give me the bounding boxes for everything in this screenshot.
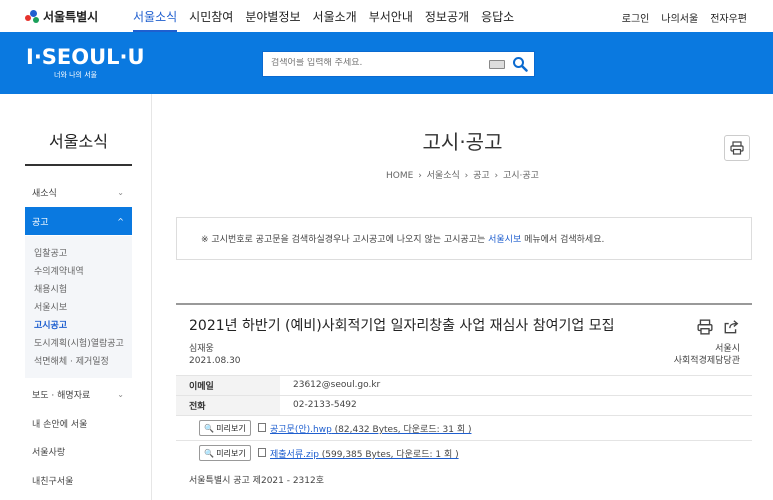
seoul-logo-icon [25,9,39,24]
sidebar-title: 서울소식 [49,132,108,151]
printer-icon [730,141,744,155]
sidebar-item-label: 서울사랑 [32,447,66,458]
nav-item-field-info[interactable]: 분야별정보 [245,8,300,32]
sub-item-urban-plan[interactable]: 도시계획(시험)열람공고 [34,336,124,349]
preview-button[interactable]: 🔍 미리보기 [199,420,251,436]
sidebar-item-notice[interactable]: 공고 ^ [25,207,132,235]
sidebar-submenu: 입찰공고 수의계약내역 채용시험 서울시보 고시공고 도시계획(시험)열람공고 … [25,236,132,378]
phone-label: 전화 [176,396,280,415]
search-icon[interactable] [512,56,528,72]
nav-item-news[interactable]: 서울소식 [133,8,178,32]
sidebar-item-label: 공고 [32,217,49,228]
email-link[interactable]: 전자우편 [710,10,747,25]
breadcrumb: HOME › 서울소식 › 공고 › 고시·공고 [386,171,539,181]
sub-item-recruit[interactable]: 채용시험 [34,282,67,295]
article-actions [697,319,739,335]
department: 사회적경제담당관 [673,356,740,366]
author: 심재웅 [189,344,214,354]
organization: 서울시 [715,344,740,354]
article-meta: 심재웅 2021.08.30 [189,343,241,367]
file-icon [258,423,266,432]
magnifier-icon: 🔍 [204,448,215,458]
email-row: 이메일 23612@seoul.go.kr [176,375,752,395]
sidebar-item-news[interactable]: 새소식 ⌄ [25,178,132,206]
sidebar-item-label: 내 손안에 서울 [32,419,88,430]
sidebar-item-friend-seoul[interactable]: 내친구서울 [25,466,132,494]
login-link[interactable]: 로그인 [622,10,650,25]
sub-item-asbestos[interactable]: 석면해체 · 제거일정 [34,354,109,367]
printer-icon[interactable] [697,319,713,335]
sub-item-announcement[interactable]: 고시공고 [34,318,67,331]
magnifier-icon: 🔍 [204,423,215,433]
search-box [262,51,535,77]
main-nav: 서울소식 시민참여 분야별정보 서울소개 부서안내 정보공개 응답소 [133,8,514,32]
nav-item-disclosure[interactable]: 정보공개 [425,8,469,32]
chevron-up-icon: ^ [117,216,124,226]
brand-subtitle: 너와 나의 서울 [54,71,98,79]
seoul-logo[interactable]: 서울특별시 [25,8,98,25]
attachment-link[interactable]: 공고문(안).hwp (82,432 Bytes, 다운로드: 31 회 ) [270,422,471,435]
page-title: 고시·공고 [422,130,503,154]
chevron-down-icon: ⌄ [117,389,124,399]
phone-row: 전화 02-2133-5492 [176,395,752,415]
notice-text: ※ 고시번호로 공고문을 검색하실경우나 고시공고에 나오지 않는 고시공고는 … [201,235,605,245]
phone-value: 02-2133-5492 [293,400,357,410]
article-title: 2021년 하반기 (예비)사회적기업 일자리창출 사업 재심사 참여기업 모집 [189,318,615,334]
sidebar-item-seoul-love[interactable]: 서울사랑 [25,437,132,465]
my-seoul-link[interactable]: 나의서울 [661,10,698,25]
logo-text: 서울특별시 [43,10,99,24]
util-nav: 로그인 나의서울 전자우편 [622,10,747,25]
post-date: 2021.08.30 [189,356,241,366]
nav-item-departments[interactable]: 부서안내 [369,8,413,32]
sub-item-gazette[interactable]: 서울시보 [34,300,67,313]
share-icon[interactable] [723,319,739,335]
notice-number: 서울특별시 공고 제2021 - 2312호 [189,476,325,486]
nav-item-participation[interactable]: 시민참여 [189,8,233,32]
file-icon [258,448,266,457]
gazette-link[interactable]: 서울시보 [488,235,521,245]
sub-item-contract[interactable]: 수의계약내역 [34,264,84,277]
print-button[interactable] [724,135,750,161]
sidebar-item-press[interactable]: 보도 · 해명자료 ⌄ [25,380,132,408]
search-input[interactable] [271,58,481,68]
article: 2021년 하반기 (예비)사회적기업 일자리창출 사업 재심사 참여기업 모집… [176,303,752,461]
sidebar: 서울소식 새소식 ⌄ 공고 ^ 입찰공고 수의계약내역 채용시험 서울시보 고시… [0,94,152,500]
top-bar: 서울특별시 서울소식 시민참여 분야별정보 서울소개 부서안내 정보공개 응답소… [0,0,773,32]
attachment-link[interactable]: 제출서류.zip (599,385 Bytes, 다운로드: 1 회 ) [270,447,459,460]
nav-item-response[interactable]: 응답소 [481,8,514,32]
sidebar-divider [25,164,132,166]
sidebar-item-label: 내친구서울 [32,476,74,487]
chevron-down-icon: ⌄ [117,187,124,197]
attachment-row: 🔍 미리보기 제출서류.zip (599,385 Bytes, 다운로드: 1 회… [176,440,752,464]
email-value: 23612@seoul.go.kr [293,380,381,390]
attachment-row: 🔍 미리보기 공고문(안).hwp (82,432 Bytes, 다운로드: 31… [176,415,752,439]
sidebar-item-my-seoul[interactable]: 내 손안에 서울 [25,409,132,437]
brand-logo[interactable]: I·SEOUL·U [26,45,145,69]
nav-item-about[interactable]: 서울소개 [313,8,357,32]
sidebar-item-label: 보도 · 해명자료 [32,390,91,401]
sidebar-item-label: 새소식 [32,188,57,199]
virtual-keyboard-icon[interactable] [489,60,505,69]
sub-item-bid[interactable]: 입찰공고 [34,246,67,259]
article-department: 서울시 사회적경제담당관 [674,343,740,367]
preview-button[interactable]: 🔍 미리보기 [199,445,251,461]
email-label: 이메일 [176,376,280,395]
search-notice: ※ 고시번호로 공고문을 검색하실경우나 고시공고에 나오지 않는 고시공고는 … [176,217,752,260]
